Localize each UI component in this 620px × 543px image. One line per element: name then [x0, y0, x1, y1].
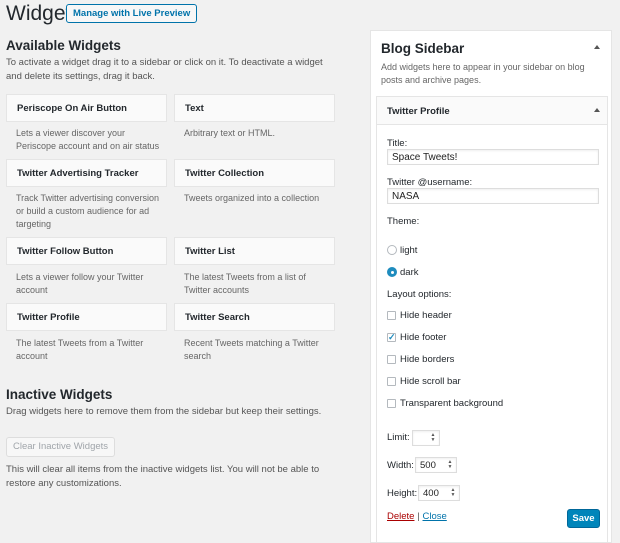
sidebar-title: Blog Sidebar: [381, 41, 465, 56]
widget-search-desc: Recent Tweets matching a Twitter search: [184, 338, 319, 361]
layout-options-label: Layout options:: [387, 289, 452, 300]
hide-footer-label: Hide footer: [400, 332, 447, 343]
height-value: 400: [423, 488, 439, 499]
spinner-icon[interactable]: ▲ ▼: [450, 488, 456, 498]
save-button[interactable]: Save: [567, 509, 600, 528]
width-label: Width:: [387, 460, 414, 471]
sidebar-collapse-icon[interactable]: [594, 45, 600, 49]
theme-light-radio[interactable]: [387, 245, 397, 255]
inactive-widgets-title: Inactive Widgets: [6, 387, 113, 402]
transparent-background-checkbox[interactable]: [387, 399, 396, 408]
actions-separator: |: [417, 511, 420, 522]
widget-header-title: Twitter Profile: [387, 106, 450, 117]
widget-collection-desc: Tweets organized into a collection: [184, 193, 320, 203]
blog-sidebar-panel: Blog Sidebar Add widgets here to appear …: [370, 30, 612, 543]
width-value: 500: [420, 460, 436, 471]
clear-inactive-widgets-button[interactable]: Clear Inactive Widgets: [6, 437, 116, 457]
transparent-background-label: Transparent background: [400, 398, 504, 409]
hide-borders-checkbox[interactable]: [387, 355, 396, 364]
hide-header-checkbox[interactable]: [387, 311, 396, 320]
widget-follow-button-title[interactable]: Twitter Follow Button: [6, 237, 167, 265]
clear-inactive-note: This will clear all items from the inact…: [6, 464, 320, 489]
limit-label: Limit:: [387, 432, 410, 443]
widget-text-title[interactable]: Text: [174, 94, 335, 122]
hide-borders-label: Hide borders: [400, 354, 455, 365]
username-input[interactable]: NASA: [387, 188, 599, 204]
spinner-icon[interactable]: ▲ ▼: [447, 460, 453, 470]
live-preview-button[interactable]: Manage with Live Preview: [66, 4, 198, 23]
theme-light-label: light: [400, 245, 418, 256]
theme-label: Theme:: [387, 216, 420, 227]
hide-scrollbar-checkbox[interactable]: [387, 377, 396, 386]
sidebar-description: Add widgets here to appear in your sideb…: [381, 62, 585, 85]
widget-actions: Delete | Close: [387, 511, 447, 522]
hide-footer-checkbox[interactable]: ✓: [387, 332, 396, 342]
theme-dark-label: dark: [400, 267, 419, 278]
width-input[interactable]: 500 ▲ ▼: [415, 457, 457, 473]
height-input[interactable]: 400 ▲ ▼: [418, 485, 460, 501]
title-input[interactable]: Space Tweets!: [387, 149, 599, 165]
widget-profile-desc: The latest Tweets from a Twitter account: [16, 338, 144, 361]
widget-ad-tracker-desc: Track Twitter advertising conversion or …: [16, 193, 160, 229]
theme-dark-radio[interactable]: [387, 267, 397, 277]
widget-follow-button-desc: Lets a viewer follow your Twitter accoun…: [16, 272, 144, 295]
widget-search-title[interactable]: Twitter Search: [174, 303, 335, 331]
username-label: Twitter @username:: [387, 177, 473, 188]
available-widgets-title: Available Widgets: [6, 38, 121, 53]
close-link[interactable]: Close: [423, 511, 447, 522]
hide-header-label: Hide header: [400, 310, 452, 321]
twitter-profile-widget: Twitter Profile Title: Space Tweets! Twi…: [376, 96, 608, 543]
height-label: Height:: [387, 488, 418, 499]
widget-list-desc: The latest Tweets from a list of Twitter…: [184, 272, 306, 295]
widget-header[interactable]: Twitter Profile: [377, 97, 607, 125]
widget-profile-title[interactable]: Twitter Profile: [6, 303, 167, 331]
widget-list-title[interactable]: Twitter List: [174, 237, 335, 265]
widget-collapse-icon[interactable]: [594, 108, 600, 112]
widget-periscope-title[interactable]: Periscope On Air Button: [6, 94, 167, 122]
widget-ad-tracker-title[interactable]: Twitter Advertising Tracker: [6, 159, 167, 187]
widget-periscope-desc: Lets a viewer discover your Periscope ac…: [16, 128, 160, 151]
checkmark-icon: ✓: [388, 332, 396, 342]
spinner-icon[interactable]: ▲ ▼: [430, 433, 436, 443]
hide-scrollbar-label: Hide scroll bar: [400, 376, 461, 387]
widget-collection-title[interactable]: Twitter Collection: [174, 159, 335, 187]
inactive-widgets-description: Drag widgets here to remove them from th…: [6, 406, 322, 417]
title-label: Title:: [387, 138, 408, 149]
limit-input[interactable]: ▲ ▼: [412, 430, 440, 446]
available-widgets-description: To activate a widget drag it to a sideba…: [6, 57, 323, 82]
widget-text-desc: Arbitrary text or HTML.: [184, 128, 276, 138]
delete-link[interactable]: Delete: [387, 511, 414, 522]
